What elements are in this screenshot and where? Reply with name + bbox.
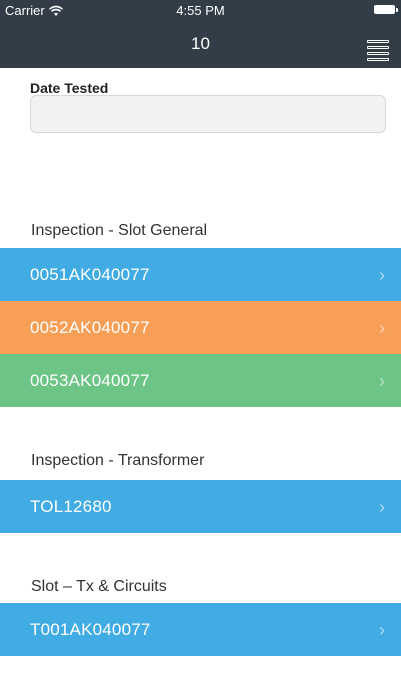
- status-time: 4:55 PM: [176, 3, 225, 18]
- date-tested-label: Date Tested: [30, 80, 109, 96]
- phone-screen: Carrier 4:55 PM 10 Date Tested Inspectio…: [0, 0, 401, 697]
- chevron-right-icon: ›: [379, 265, 385, 285]
- menu-button[interactable]: [367, 38, 389, 64]
- hamburger-icon: [367, 58, 389, 61]
- chevron-right-icon: ›: [379, 497, 385, 517]
- list-item[interactable]: 0052AK040077 ›: [0, 301, 401, 354]
- hamburger-icon: [367, 40, 389, 43]
- list-item-label: 0053AK040077: [30, 370, 150, 390]
- list-item[interactable]: TOL12680 ›: [0, 480, 401, 533]
- content-area: Date Tested Inspection - Slot General 00…: [0, 68, 401, 697]
- list-item-label: TOL12680: [30, 496, 112, 516]
- page-title: 10: [191, 34, 210, 53]
- section-title-slot-general: Inspection - Slot General: [31, 222, 208, 239]
- section-title-slot-tx-circuits: Slot – Tx & Circuits: [31, 578, 167, 595]
- battery-icon: [374, 5, 398, 14]
- status-bar: Carrier 4:55 PM: [0, 0, 401, 20]
- chevron-right-icon: ›: [379, 620, 385, 640]
- hamburger-icon: [367, 52, 389, 55]
- chevron-right-icon: ›: [379, 318, 385, 338]
- list-item-label: 0051AK040077: [30, 264, 150, 284]
- list-item-label: T001AK040077: [30, 619, 151, 639]
- list-item[interactable]: 0053AK040077 ›: [0, 354, 401, 407]
- top-bar: Carrier 4:55 PM 10: [0, 0, 401, 68]
- list-item-label: 0052AK040077: [30, 317, 150, 337]
- hamburger-icon: [367, 46, 389, 49]
- section-title-transformer: Inspection - Transformer: [31, 452, 205, 469]
- date-tested-field[interactable]: [30, 95, 386, 133]
- list-item[interactable]: T001AK040077 ›: [0, 603, 401, 656]
- chevron-right-icon: ›: [379, 371, 385, 391]
- list-item[interactable]: 0051AK040077 ›: [0, 248, 401, 301]
